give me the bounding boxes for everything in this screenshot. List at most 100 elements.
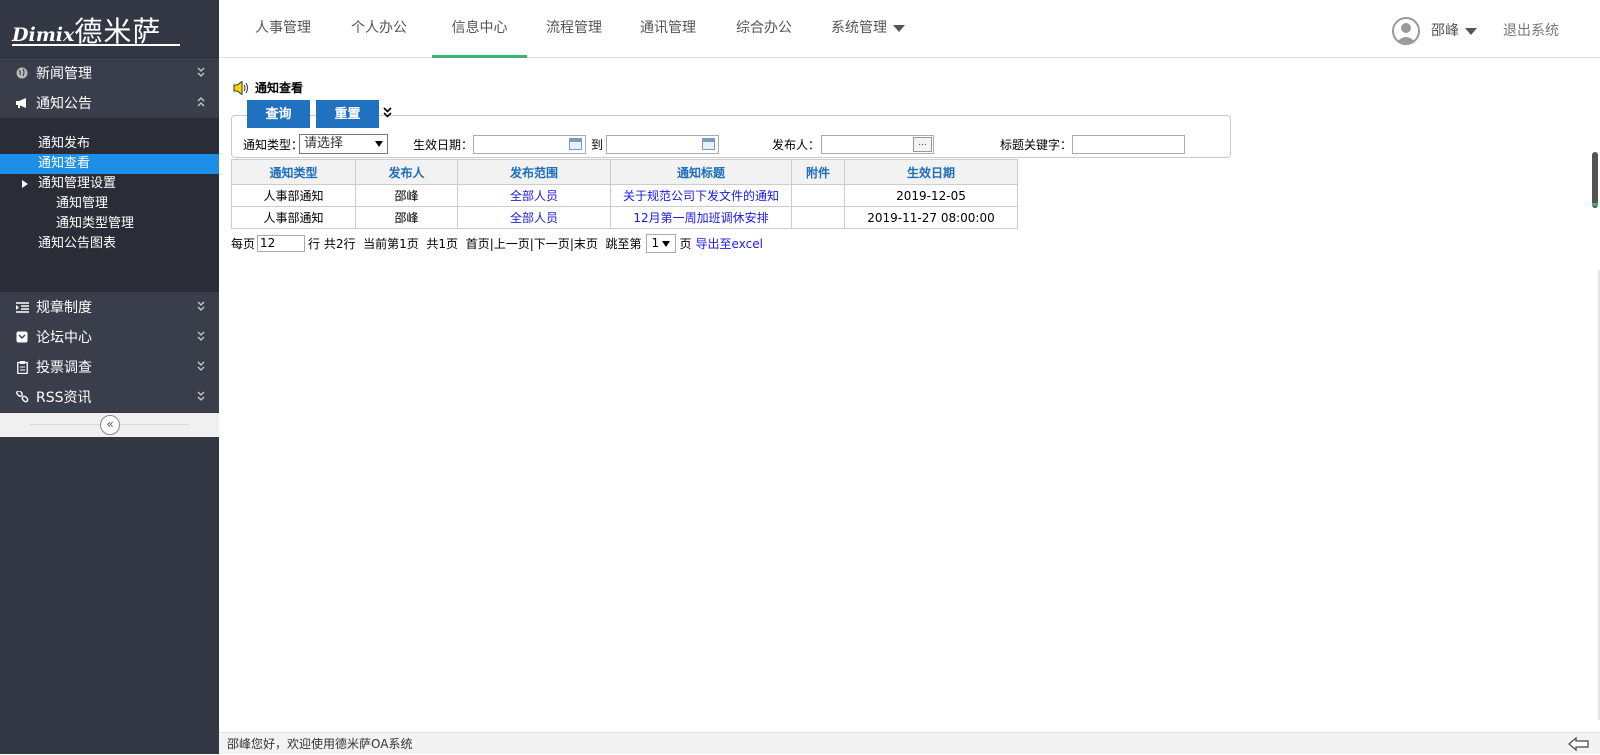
- notice-submenu: 通知发布 通知查看 通知管理设置 通知管理 通知类型管理 通知公告图表: [0, 118, 219, 292]
- pagination: 每页 12 行 共2行 当前第1页 共1页 首页 | 上一页 | 下一页 | 末页 跳至第 …: [231, 234, 763, 253]
- nav-info-center[interactable]: 信息中心: [432, 0, 527, 58]
- calendar-icon[interactable]: [569, 138, 582, 150]
- chevron-down-icon: [197, 301, 205, 311]
- submenu-item-label: 通知管理设置: [38, 176, 117, 191]
- cell-attachment: [791, 206, 845, 229]
- rows-count: 行 共2行: [308, 237, 356, 251]
- back-arrow-icon[interactable]: [1568, 736, 1590, 752]
- date-to-label: 到: [591, 138, 604, 152]
- sidebar: Dimix德米萨 新闻管理 通知公告 通知发布 通知查看 通知管理设置 通知管理…: [0, 0, 219, 754]
- sidebar-item-notice[interactable]: 通知公告: [0, 88, 219, 118]
- nav-workflow[interactable]: 流程管理: [535, 0, 613, 58]
- column-header[interactable]: 通知类型: [231, 159, 356, 185]
- cell-title[interactable]: 12月第一周加班调休安排: [610, 206, 792, 229]
- sidebar-item-vote[interactable]: 投票调查: [0, 352, 219, 382]
- type-label: 通知类型：: [243, 138, 304, 152]
- page-title-bar: 通知查看: [233, 79, 303, 96]
- link-icon: [14, 389, 30, 405]
- column-header[interactable]: 发布范围: [457, 159, 611, 185]
- sidebar-item-rss[interactable]: RSS资讯: [0, 382, 219, 412]
- chevron-up-icon: [197, 97, 205, 107]
- nav-system[interactable]: 系统管理: [818, 0, 918, 58]
- sidebar-collapse-bar: «: [0, 413, 219, 437]
- sidebar-item-label: 论坛中心: [36, 330, 92, 346]
- welcome-text: 邵峰您好，欢迎使用德米萨OA系统: [227, 737, 413, 751]
- cell-scope[interactable]: 全部人员: [457, 206, 611, 229]
- date-label: 生效日期：: [413, 138, 474, 152]
- nav-communication[interactable]: 通讯管理: [629, 0, 707, 58]
- table-row[interactable]: 人事部通知 邵峰 全部人员 12月第一周加班调休安排 2019-11-27 08…: [231, 206, 1018, 229]
- cell-date: 2019-11-27 08:00:00: [844, 206, 1018, 229]
- sidebar-item-label: 新闻管理: [36, 66, 92, 82]
- nav-personal[interactable]: 个人办公: [340, 0, 418, 58]
- column-header[interactable]: 生效日期: [844, 159, 1018, 185]
- globe-icon: [14, 65, 30, 81]
- cell-type: 人事部通知: [231, 184, 356, 207]
- notice-type-select[interactable]: 请选择: [299, 134, 388, 154]
- table-row[interactable]: 人事部通知 邵峰 全部人员 关于规范公司下发文件的通知 2019-12-05: [231, 184, 1018, 207]
- megaphone-icon: [14, 95, 30, 111]
- page-suffix: 页: [679, 237, 692, 251]
- jump-page-select[interactable]: 1: [645, 234, 676, 253]
- column-header[interactable]: 发布人: [355, 159, 458, 185]
- per-page-input[interactable]: 12: [257, 235, 306, 252]
- sidebar-item-forum[interactable]: 论坛中心: [0, 322, 219, 352]
- query-button[interactable]: 查询: [247, 100, 310, 128]
- page-title: 通知查看: [255, 81, 304, 95]
- date-to-input[interactable]: [606, 135, 719, 154]
- last-page-link[interactable]: 末页: [574, 235, 598, 252]
- select-value: 请选择: [304, 136, 344, 151]
- reset-button[interactable]: 重置: [316, 100, 379, 128]
- logout-link[interactable]: 退出系统: [1503, 0, 1559, 62]
- expand-filters-icon[interactable]: [383, 107, 392, 121]
- column-header[interactable]: 附件: [791, 159, 845, 185]
- date-from-input[interactable]: [473, 135, 586, 154]
- submenu-item-chart[interactable]: 通知公告图表: [0, 234, 219, 254]
- cell-title[interactable]: 关于规范公司下发文件的通知: [610, 184, 792, 207]
- logo-en: Dimix: [12, 24, 75, 46]
- calendar-icon[interactable]: [702, 138, 715, 150]
- sidebar-item-label: 通知公告: [36, 96, 92, 112]
- list-indent-icon: [14, 299, 30, 315]
- publisher-label: 发布人：: [772, 138, 821, 152]
- cell-type: 人事部通知: [231, 206, 356, 229]
- cell-publisher: 邵峰: [355, 184, 458, 207]
- submenu-item-type-manage[interactable]: 通知类型管理: [0, 214, 219, 234]
- export-excel-link[interactable]: 导出至excel: [696, 235, 763, 252]
- sidebar-item-rules[interactable]: 规章制度: [0, 292, 219, 322]
- nav-hr[interactable]: 人事管理: [244, 0, 322, 58]
- clipboard-icon: [14, 359, 30, 375]
- first-page-link[interactable]: 首页: [466, 235, 490, 252]
- chevron-down-icon: [197, 391, 205, 401]
- prev-page-link[interactable]: 上一页: [494, 235, 530, 252]
- total-pages: 共1页: [426, 237, 459, 251]
- column-header[interactable]: 通知标题: [610, 159, 792, 185]
- nav-office[interactable]: 综合办公: [725, 0, 803, 58]
- caret-right-icon: [22, 180, 28, 188]
- submenu-item-view[interactable]: 通知查看: [0, 154, 219, 174]
- avatar[interactable]: [1392, 17, 1420, 45]
- jump-label: 跳至第: [605, 237, 642, 251]
- caret-down-icon: [1465, 27, 1477, 35]
- keyword-input[interactable]: [1072, 135, 1185, 154]
- submenu-item-manage[interactable]: 通知管理: [0, 194, 219, 214]
- speaker-icon: [233, 80, 248, 95]
- user-name: 邵峰: [1431, 23, 1459, 39]
- cell-scope[interactable]: 全部人员: [457, 184, 611, 207]
- keyword-label: 标题关键字：: [1000, 138, 1073, 152]
- chevron-down-icon: [197, 67, 205, 77]
- collapse-sidebar-button[interactable]: «: [100, 415, 120, 435]
- dropdown-arrow-icon: [661, 241, 670, 247]
- jump-value: 1: [651, 236, 660, 250]
- logo-underline: [12, 44, 180, 46]
- submenu-item-settings[interactable]: 通知管理设置: [0, 174, 219, 194]
- main-content: 通知查看 查询 重置 通知类型： 请选择 生效日期： 到 发布人： ... 标题…: [219, 59, 1600, 732]
- sidebar-item-news[interactable]: 新闻管理: [0, 58, 219, 88]
- next-page-link[interactable]: 下一页: [534, 235, 570, 252]
- picker-button[interactable]: ...: [913, 137, 932, 152]
- publisher-input[interactable]: ...: [821, 135, 934, 154]
- user-menu[interactable]: 邵峰: [1431, 0, 1477, 62]
- dropdown-arrow-icon: [375, 141, 383, 147]
- submenu-item-publish[interactable]: 通知发布: [0, 134, 219, 154]
- scrollbar-thumb[interactable]: [1592, 152, 1598, 208]
